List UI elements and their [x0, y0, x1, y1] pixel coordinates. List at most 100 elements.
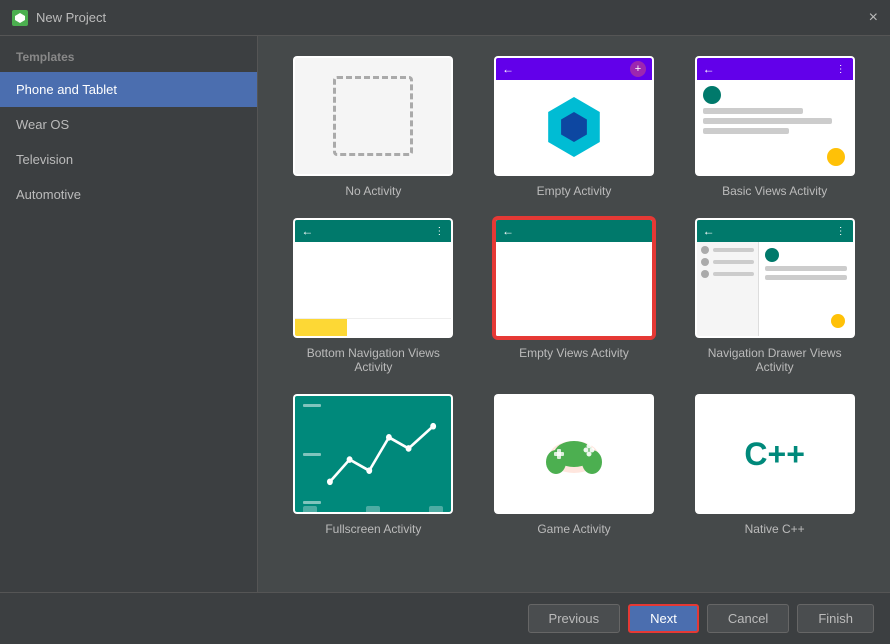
nd-line-1 [713, 248, 754, 252]
back-arrow-nd: ← [703, 224, 715, 238]
template-bottom-nav[interactable]: ← ⋮ Bottom Nav [288, 218, 459, 374]
nd-rows [697, 242, 758, 282]
template-label-empty-views: Empty Views Activity [519, 346, 629, 360]
nd-dot [765, 248, 779, 262]
template-basic-views[interactable]: ← ⋮ [689, 56, 860, 198]
chart-grid [303, 404, 443, 504]
game-preview [496, 396, 652, 512]
finish-button[interactable]: Finish [797, 604, 874, 633]
chart-area [295, 396, 451, 512]
bv-circle [703, 86, 721, 104]
dots-bv: ⋮ [836, 64, 847, 75]
new-project-dialog: New Project × Templates Phone and Tablet… [0, 0, 890, 644]
bv-line-2 [703, 118, 833, 124]
dots-nd: ⋮ [836, 226, 847, 237]
bottom-nav-bar-top: ← ⋮ [295, 220, 451, 242]
sidebar-section-label: Templates [0, 36, 257, 72]
close-button[interactable]: × [869, 10, 878, 26]
main-content: No Activity ← + [258, 36, 890, 592]
sidebar-item-phone-tablet[interactable]: Phone and Tablet [0, 72, 257, 107]
template-thumb-empty-views: ← [494, 218, 654, 338]
hex-inner [559, 112, 589, 142]
next-button[interactable]: Next [628, 604, 699, 633]
template-fullscreen[interactable]: Fullscreen Activity [288, 394, 459, 536]
cancel-button[interactable]: Cancel [707, 604, 789, 633]
back-arrow-bv: ← [703, 62, 715, 76]
empty-views-body [496, 242, 652, 336]
bv-fab [827, 148, 845, 166]
fullscreen-preview [295, 396, 451, 512]
nav-drawer-side [697, 242, 759, 336]
nd-row-2 [701, 258, 754, 266]
nd-row-3 [701, 270, 754, 278]
x-label [366, 506, 380, 512]
plus-button: + [630, 61, 646, 77]
nd-circle-1 [701, 246, 709, 254]
template-no-activity[interactable]: No Activity [288, 56, 459, 198]
nd-main-line-1 [765, 266, 847, 271]
y-tick [303, 404, 321, 407]
footer: Previous Next Cancel Finish [0, 592, 890, 644]
empty-views-bar: ← [496, 220, 652, 242]
template-label-basic-views: Basic Views Activity [722, 184, 827, 198]
template-thumb-game [494, 394, 654, 514]
y-tick [303, 501, 321, 504]
template-thumb-bottom-nav: ← ⋮ [293, 218, 453, 338]
templates-grid: No Activity ← + [258, 36, 890, 592]
bottom-nav-preview: ← ⋮ [295, 220, 451, 336]
template-game[interactable]: Game Activity [489, 394, 660, 536]
x-label [303, 506, 317, 512]
nd-fab [831, 314, 845, 328]
hex-logo [544, 97, 604, 157]
nd-line-3 [713, 272, 754, 276]
template-thumb-no-activity [293, 56, 453, 176]
back-arrow: ← [502, 62, 514, 76]
title-bar: New Project × [0, 0, 890, 36]
nav-drawer-body [697, 242, 853, 336]
nd-circle-2 [701, 258, 709, 266]
template-label-no-activity: No Activity [345, 184, 401, 198]
bnav-item-2 [347, 319, 399, 336]
bnav-item-1 [295, 319, 347, 336]
template-empty-activity[interactable]: ← + Empty Activity [489, 56, 660, 198]
basic-views-preview: ← ⋮ [697, 58, 853, 174]
previous-button[interactable]: Previous [528, 604, 621, 633]
dashed-placeholder [333, 76, 413, 156]
back-arrow-bn: ← [301, 224, 313, 238]
basic-views-bar: ← ⋮ [697, 58, 853, 80]
template-label-empty-activity: Empty Activity [537, 184, 612, 198]
nav-drawer-inner [697, 242, 853, 336]
empty-activity-preview: ← + [496, 58, 652, 174]
template-label-native-cpp: Native C++ [745, 522, 805, 536]
template-nav-drawer[interactable]: ← ⋮ [689, 218, 860, 374]
content-area: Templates Phone and Tablet Wear OS Telev… [0, 36, 890, 592]
back-arrow-ev: ← [502, 224, 514, 238]
template-label-fullscreen: Fullscreen Activity [325, 522, 421, 536]
sidebar-item-automotive[interactable]: Automotive [0, 177, 257, 212]
template-thumb-native-cpp: C++ [695, 394, 855, 514]
nav-drawer-main [759, 242, 853, 336]
empty-activity-body [496, 80, 652, 174]
template-empty-views[interactable]: ← Empty Views Activity [489, 218, 660, 374]
bv-line-1 [703, 108, 804, 114]
template-label-nav-drawer: Navigation Drawer Views Activity [689, 346, 860, 374]
bv-line-3 [703, 128, 789, 134]
dialog-title: New Project [36, 10, 106, 25]
bottom-nav-bar [295, 318, 451, 336]
template-thumb-basic-views: ← ⋮ [695, 56, 855, 176]
nd-line-2 [713, 260, 754, 264]
sidebar: Templates Phone and Tablet Wear OS Telev… [0, 36, 258, 592]
chart-svg [325, 404, 443, 504]
template-native-cpp[interactable]: C++ Native C++ [689, 394, 860, 536]
template-label-bottom-nav: Bottom Navigation Views Activity [288, 346, 459, 374]
sidebar-item-television[interactable]: Television [0, 142, 257, 177]
y-tick [303, 453, 321, 456]
nav-drawer-preview: ← ⋮ [697, 220, 853, 336]
title-bar-left: New Project [12, 10, 106, 26]
nav-drawer-top-bar: ← ⋮ [697, 220, 853, 242]
nd-row-1 [701, 246, 754, 254]
chart-plot [325, 404, 443, 504]
template-thumb-empty-activity: ← + [494, 56, 654, 176]
sidebar-item-wear-os[interactable]: Wear OS [0, 107, 257, 142]
x-label [429, 506, 443, 512]
